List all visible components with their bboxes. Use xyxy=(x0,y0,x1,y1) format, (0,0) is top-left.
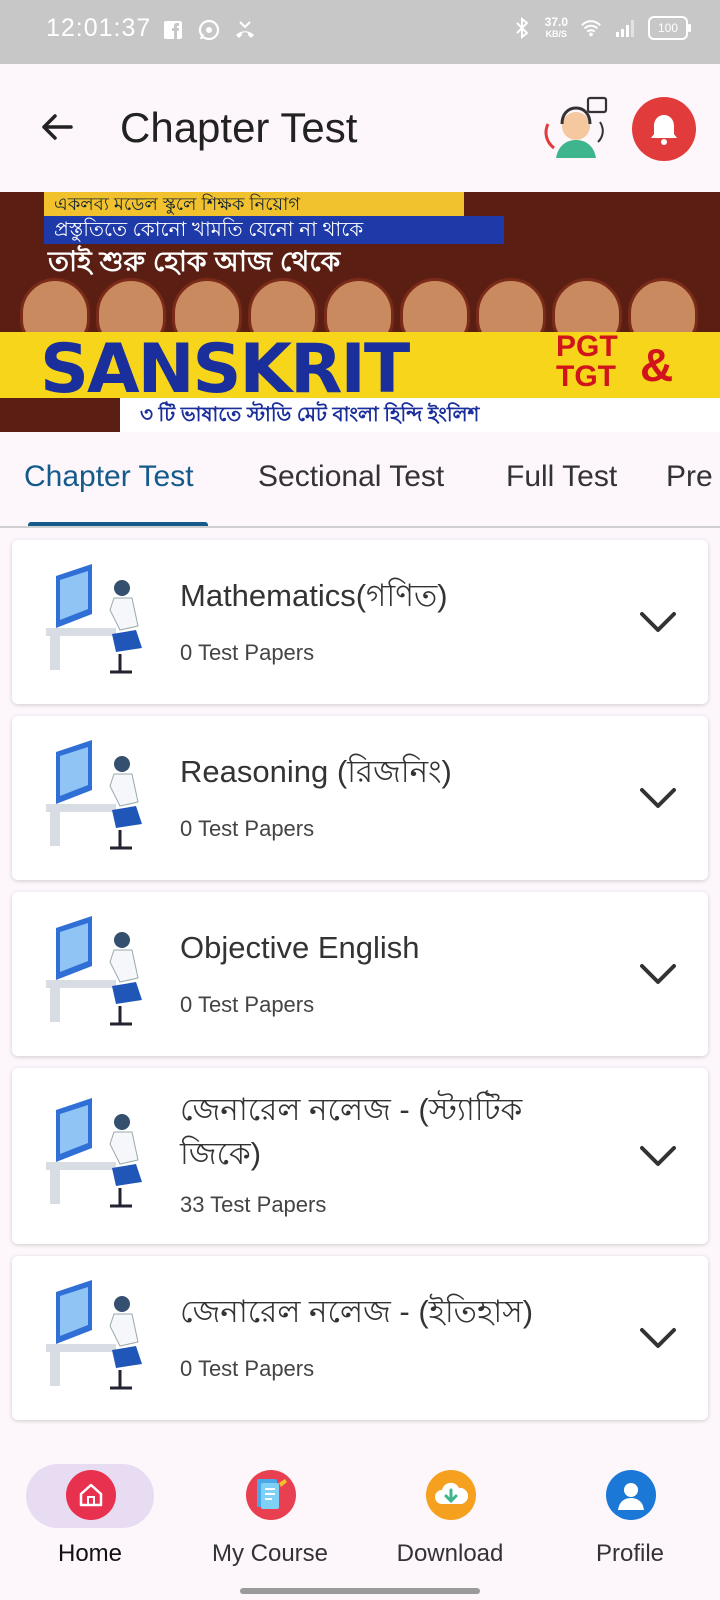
subject-card[interactable]: Reasoning (রিজনিং) 0 Test Papers xyxy=(12,716,708,880)
book-icon xyxy=(246,1470,296,1520)
tab-chapter-test[interactable]: Chapter Test xyxy=(24,460,194,494)
subject-card[interactable]: জেনারেল নলেজ - (স্ট্যাটিক জিকে) 33 Test … xyxy=(12,1068,708,1244)
missed-call-icon xyxy=(236,21,254,38)
nav-label: Download xyxy=(396,1540,504,1567)
tab-full-test[interactable]: Full Test xyxy=(506,460,617,494)
tab-previous[interactable]: Pre xyxy=(666,460,713,494)
notification-button[interactable] xyxy=(632,97,696,161)
nav-home[interactable]: Home xyxy=(0,1426,180,1567)
page-title: Chapter Test xyxy=(120,104,358,151)
test-paper-count: 0 Test Papers xyxy=(180,992,315,1017)
customer-support-icon[interactable] xyxy=(540,94,610,164)
test-paper-count: 0 Test Papers xyxy=(180,1356,315,1381)
subject-card[interactable]: Objective English 0 Test Papers xyxy=(12,892,708,1056)
test-paper-count: 33 Test Papers xyxy=(180,1192,327,1217)
gesture-bar[interactable] xyxy=(240,1588,480,1594)
banner-ampersand: & xyxy=(640,339,674,391)
active-tab-indicator xyxy=(28,522,208,526)
bottom-navigation: Home My Course Download Profile xyxy=(0,1426,720,1600)
chevron-down-icon[interactable] xyxy=(636,1316,680,1360)
status-time: 12:01:37 xyxy=(46,14,152,42)
home-icon xyxy=(66,1470,116,1520)
battery-icon: 100 xyxy=(648,16,691,40)
banner-bottom-line: ৩ টি ভাষাতে স্টাডি মেট বাংলা হিন্দি ইংলি… xyxy=(120,398,720,432)
test-paper-count: 0 Test Papers xyxy=(180,816,315,841)
subject-title: Mathematics(গণিত) xyxy=(180,578,448,613)
wifi-icon xyxy=(581,20,601,37)
subject-card[interactable]: জেনারেল নলেজ - (ইতিহাস) 0 Test Papers xyxy=(12,1256,708,1420)
network-speed: 37.0 KB/S xyxy=(544,15,568,39)
banner-line-3: তাই শুরু হোক আজ থেকে xyxy=(48,246,341,277)
tab-sectional-test[interactable]: Sectional Test xyxy=(258,460,444,494)
computer-user-icon xyxy=(46,740,142,850)
subject-title: Reasoning (রিজনিং) xyxy=(180,754,452,789)
computer-user-icon xyxy=(46,1280,142,1390)
bluetooth-icon xyxy=(515,17,529,39)
facebook-icon xyxy=(164,21,182,39)
banner-line-2: প্রস্তুতিতে কোনো খামতি যেনো না থাকে xyxy=(44,216,504,244)
computer-user-icon xyxy=(46,916,142,1026)
nav-label: Profile xyxy=(595,1540,665,1567)
computer-user-icon xyxy=(46,564,142,674)
subject-title: জেনারেল নলেজ - (স্ট্যাটিক জিকে) xyxy=(180,1092,523,1171)
user-icon xyxy=(606,1470,656,1520)
whatsapp-icon xyxy=(198,19,220,41)
nav-label: Home xyxy=(57,1540,123,1567)
cloud-download-icon xyxy=(426,1470,476,1520)
nav-download[interactable]: Download xyxy=(360,1426,540,1567)
arrow-left-icon xyxy=(42,114,73,140)
nav-my-course[interactable]: My Course xyxy=(180,1426,360,1567)
app-bar: Chapter Test xyxy=(0,64,720,192)
promo-banner[interactable]: একলব্য মডেল স্কুলে শিক্ষক নিয়োগ প্রস্তু… xyxy=(0,192,720,432)
subject-title: Objective English xyxy=(180,930,420,965)
subject-card[interactable]: Mathematics(গণিত) 0 Test Papers xyxy=(12,540,708,704)
computer-user-icon xyxy=(46,1098,142,1208)
bell-icon xyxy=(651,115,677,145)
signal-icon xyxy=(616,20,634,37)
test-type-tabs: Chapter Test Sectional Test Full Test Pr… xyxy=(0,432,720,528)
subject-title: জেনারেল নলেজ - (ইতিহাস) xyxy=(180,1294,534,1329)
banner-line-1: একলব্য মডেল স্কুলে শিক্ষক নিয়োগ xyxy=(44,192,464,216)
chevron-down-icon[interactable] xyxy=(636,600,680,644)
chevron-down-icon[interactable] xyxy=(636,776,680,820)
chevron-down-icon[interactable] xyxy=(636,952,680,996)
status-bar: 12:01:37 37.0 KB/S 100 xyxy=(0,0,720,64)
nav-label: My Course xyxy=(211,1540,329,1567)
chevron-down-icon[interactable] xyxy=(636,1134,680,1178)
back-button[interactable] xyxy=(32,102,82,152)
banner-pgt-tgt: PGT TGT xyxy=(556,330,618,393)
nav-profile[interactable]: Profile xyxy=(540,1426,720,1567)
test-paper-count: 0 Test Papers xyxy=(180,640,315,665)
